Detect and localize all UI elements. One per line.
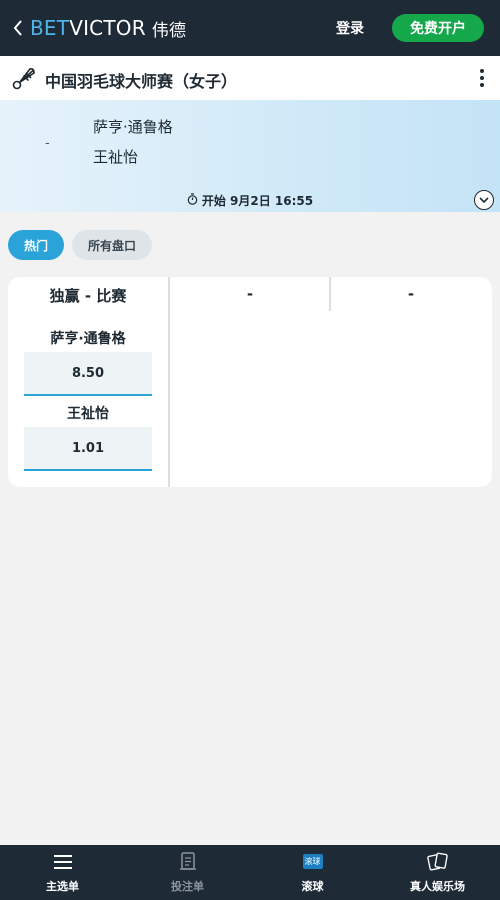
back-chevron-icon[interactable] [10, 16, 26, 40]
stopwatch-icon [187, 193, 198, 208]
column-header: - [246, 285, 254, 303]
expand-chevron-icon[interactable] [474, 190, 494, 210]
selection-name: 王祉怡 [67, 406, 109, 422]
start-time-info: 开始 9月2日 16:55 [0, 192, 500, 209]
start-time-text: 开始 9月2日 16:55 [201, 194, 314, 208]
event-title: 中国羽毛球大师赛（女子） [45, 72, 238, 91]
open-account-button[interactable]: 免费开户 [392, 14, 484, 42]
nav-label: 真人娱乐场 [410, 879, 465, 893]
more-options-icon[interactable] [474, 66, 490, 90]
column-divider [168, 277, 170, 487]
nav-label: 主选单 [46, 879, 79, 893]
scoreboard: - 萨亨·通鲁格 王祉怡 开始 9月2日 16:55 [0, 100, 500, 212]
shuttlecock-icon [10, 64, 38, 92]
bottom-navigation: 主选单 投注单 滚球 滚球 真人娱乐场 [0, 845, 500, 900]
selection-name: 萨亨·通鲁格 [50, 331, 126, 347]
market-card: 独赢 - 比赛 - - 萨亨·通鲁格 8.50 王祉怡 1.01 [8, 277, 492, 487]
player-one-name: 萨亨·通鲁格 [93, 118, 173, 136]
nav-live[interactable]: 滚球 滚球 [250, 845, 375, 900]
menu-icon [52, 852, 74, 872]
logo-bet-text: BET [30, 16, 70, 40]
column-header: - [407, 285, 415, 303]
betslip-icon [177, 851, 199, 872]
odds-button[interactable]: 1.01 [24, 427, 152, 471]
logo-cn-text: 伟德 [151, 20, 187, 41]
nav-label: 滚球 [301, 879, 324, 893]
market-title: 独赢 - 比赛 [49, 287, 127, 305]
nav-label: 投注单 [171, 879, 204, 893]
nav-live-casino[interactable]: 真人娱乐场 [375, 845, 500, 900]
odds-button[interactable]: 8.50 [24, 352, 152, 396]
cards-icon [426, 852, 449, 872]
live-icon: 滚球 [302, 852, 324, 872]
betvictor-logo[interactable]: BET VICTOR 伟德 [30, 16, 187, 41]
player-two-name: 王祉怡 [93, 148, 139, 166]
login-button[interactable]: 登录 [336, 18, 364, 38]
tab-popular[interactable]: 热门 [8, 230, 64, 260]
tab-all-markets[interactable]: 所有盘口 [72, 230, 152, 260]
nav-main-menu[interactable]: 主选单 [0, 845, 125, 900]
nav-betslip[interactable]: 投注单 [125, 845, 250, 900]
event-header: 中国羽毛球大师赛（女子） [0, 56, 500, 100]
logo-victor-text: VICTOR [69, 16, 146, 40]
score-display: - [45, 136, 50, 151]
live-badge: 滚球 [302, 854, 323, 869]
top-bar: BET VICTOR 伟德 登录 免费开户 [0, 0, 500, 56]
